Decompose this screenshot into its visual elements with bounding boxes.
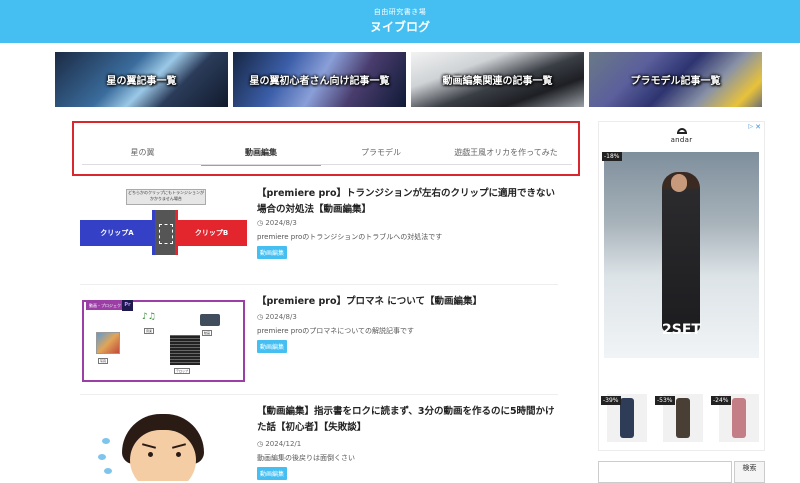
article-card[interactable]: どちらかのクリップにもトランジションがかかりません場合 クリップA クリップB … — [80, 186, 558, 286]
sidebar-ad[interactable]: ▷ ✕ andar 2SET -18% -39% -53% -24% — [598, 121, 765, 451]
tab-label: 動画編集 — [245, 148, 277, 157]
tab-label: プラモデル — [361, 148, 401, 157]
leggings-image — [676, 398, 690, 438]
article-date-text: 2024/8/3 — [265, 313, 297, 321]
eye — [148, 452, 153, 457]
article-date: ◷ 2024/12/1 — [257, 440, 301, 448]
sweat-drop-icon — [102, 438, 110, 444]
ad-info-icon[interactable]: ▷ — [748, 123, 753, 130]
banner-label: プラモデル記事一覧 — [630, 76, 721, 87]
clip-a-block: クリップA — [80, 220, 154, 246]
article-excerpt: premiere proのトランジションのトラブルへの対処法です — [257, 233, 443, 241]
video-camera-icon — [200, 314, 220, 326]
thumb-caption: 動画 — [202, 330, 213, 336]
article-title[interactable]: 【動画編集】指示書をロクに読まず、3分の動画を作るのに5時間かけた話【初心者】【… — [257, 404, 557, 436]
leggings-image — [620, 398, 634, 438]
ad-discount-badge: -39% — [601, 396, 621, 405]
banner-label: 星の翼記事一覧 — [106, 76, 177, 87]
thumb-caption: 音楽 — [144, 328, 155, 334]
search-input[interactable] — [598, 461, 732, 483]
tab-label: 星の翼 — [130, 148, 155, 157]
banner-label: 動画編集関連の記事一覧 — [442, 76, 553, 87]
music-notes-icon: ♪♫ — [142, 312, 156, 322]
category-badge[interactable]: 動画編集 — [257, 340, 288, 353]
ad-main-image[interactable]: 2SET — [604, 152, 759, 358]
sidebar-search: 検索 — [598, 461, 765, 483]
article-card[interactable]: 【動画編集】指示書をロクに読まず、3分の動画を作るのに5時間かけた話【初心者】【… — [80, 404, 558, 481]
sweat-drop-icon — [98, 454, 106, 460]
article-date-text: 2024/12/1 — [265, 440, 302, 448]
ad-model-figure — [662, 172, 700, 332]
ad-model-face — [671, 174, 687, 192]
article-excerpt: premiere proのプロマネについての解説記事です — [257, 327, 415, 335]
sweat-drop-icon — [104, 468, 112, 474]
clip-b-block: クリップB — [176, 220, 247, 246]
banner-plamodel-articles[interactable]: プラモデル記事一覧 — [589, 52, 762, 107]
article-divider — [80, 284, 558, 285]
tab-plamodel[interactable]: プラモデル — [321, 144, 441, 170]
thumb-caption: テロップ — [174, 368, 191, 374]
thumb-note: どちらかのクリップにもトランジションがかかりません場合 — [126, 189, 206, 205]
category-badge[interactable]: 動画編集 — [257, 246, 288, 259]
site-subtitle: 自由研究書き場 — [373, 8, 427, 16]
ad-brand: andar — [670, 136, 693, 144]
article-date-text: 2024/8/3 — [265, 219, 297, 227]
banner-label: 星の翼初心者さん向け記事一覧 — [249, 76, 390, 87]
category-tabs: 星の翼 動画編集 プラモデル 遊戯王風オリカを作ってみた — [72, 121, 580, 176]
article-date: ◷ 2024/8/3 — [257, 219, 297, 227]
tab-hoshinotsubasa[interactable]: 星の翼 — [82, 144, 203, 170]
banner-hoshinotsubasa-articles[interactable]: 星の翼記事一覧 — [55, 52, 228, 107]
category-badge[interactable]: 動画編集 — [257, 467, 288, 480]
photo-icon — [96, 332, 120, 354]
thumb-frame: 動画・プロジェクト Pr ♪♫ 写真 音楽 動画 テロップ — [82, 300, 245, 382]
site-header: 自由研究書き場 ヌイブログ — [0, 0, 800, 43]
leggings-image — [732, 398, 746, 438]
banner-video-editing-articles[interactable]: 動画編集関連の記事一覧 — [411, 52, 584, 107]
ad-discount-badge: -53% — [655, 396, 675, 405]
search-button[interactable]: 検索 — [734, 461, 765, 483]
eye — [176, 452, 181, 457]
qr-code-icon — [170, 335, 200, 365]
thumb-caption: 写真 — [98, 358, 109, 364]
ad-close-icon[interactable]: ✕ — [755, 123, 761, 131]
article-card[interactable]: 動画・プロジェクト Pr ♪♫ 写真 音楽 動画 テロップ 【premiere … — [80, 294, 558, 394]
cartoon-face — [130, 430, 196, 481]
premiere-pro-icon: Pr — [122, 300, 133, 311]
article-title[interactable]: 【premiere pro】プロマネ について【動画編集】 — [257, 294, 557, 310]
ad-main-text: 2SET — [662, 322, 701, 338]
andar-logo-icon — [677, 128, 687, 134]
article-title[interactable]: 【premiere pro】トランジションが左右のクリップに適用できない場合の対… — [257, 186, 557, 218]
article-thumbnail[interactable]: 動画・プロジェクト Pr ♪♫ 写真 音楽 動画 テロップ — [80, 294, 247, 389]
ad-discount-badge: -18% — [602, 152, 622, 161]
site-title[interactable]: ヌイブログ — [0, 18, 800, 35]
article-excerpt: 動画編集の後戻りは面倒くさい — [257, 454, 355, 462]
article-divider — [80, 394, 558, 395]
tab-label: 遊戯王風オリカを作ってみた — [454, 148, 558, 157]
tab-yugioh-original-card[interactable]: 遊戯王風オリカを作ってみた — [441, 144, 571, 170]
article-thumbnail[interactable] — [80, 404, 247, 481]
ad-discount-badge: -24% — [711, 396, 731, 405]
article-thumbnail[interactable]: どちらかのクリップにもトランジションがかかりません場合 クリップA クリップB — [80, 186, 247, 281]
banner-beginner-articles[interactable]: 星の翼初心者さん向け記事一覧 — [233, 52, 406, 107]
article-date: ◷ 2024/8/3 — [257, 313, 297, 321]
transition-block — [152, 210, 178, 255]
tab-video-editing[interactable]: 動画編集 — [201, 144, 321, 170]
tab-underline — [82, 164, 572, 165]
